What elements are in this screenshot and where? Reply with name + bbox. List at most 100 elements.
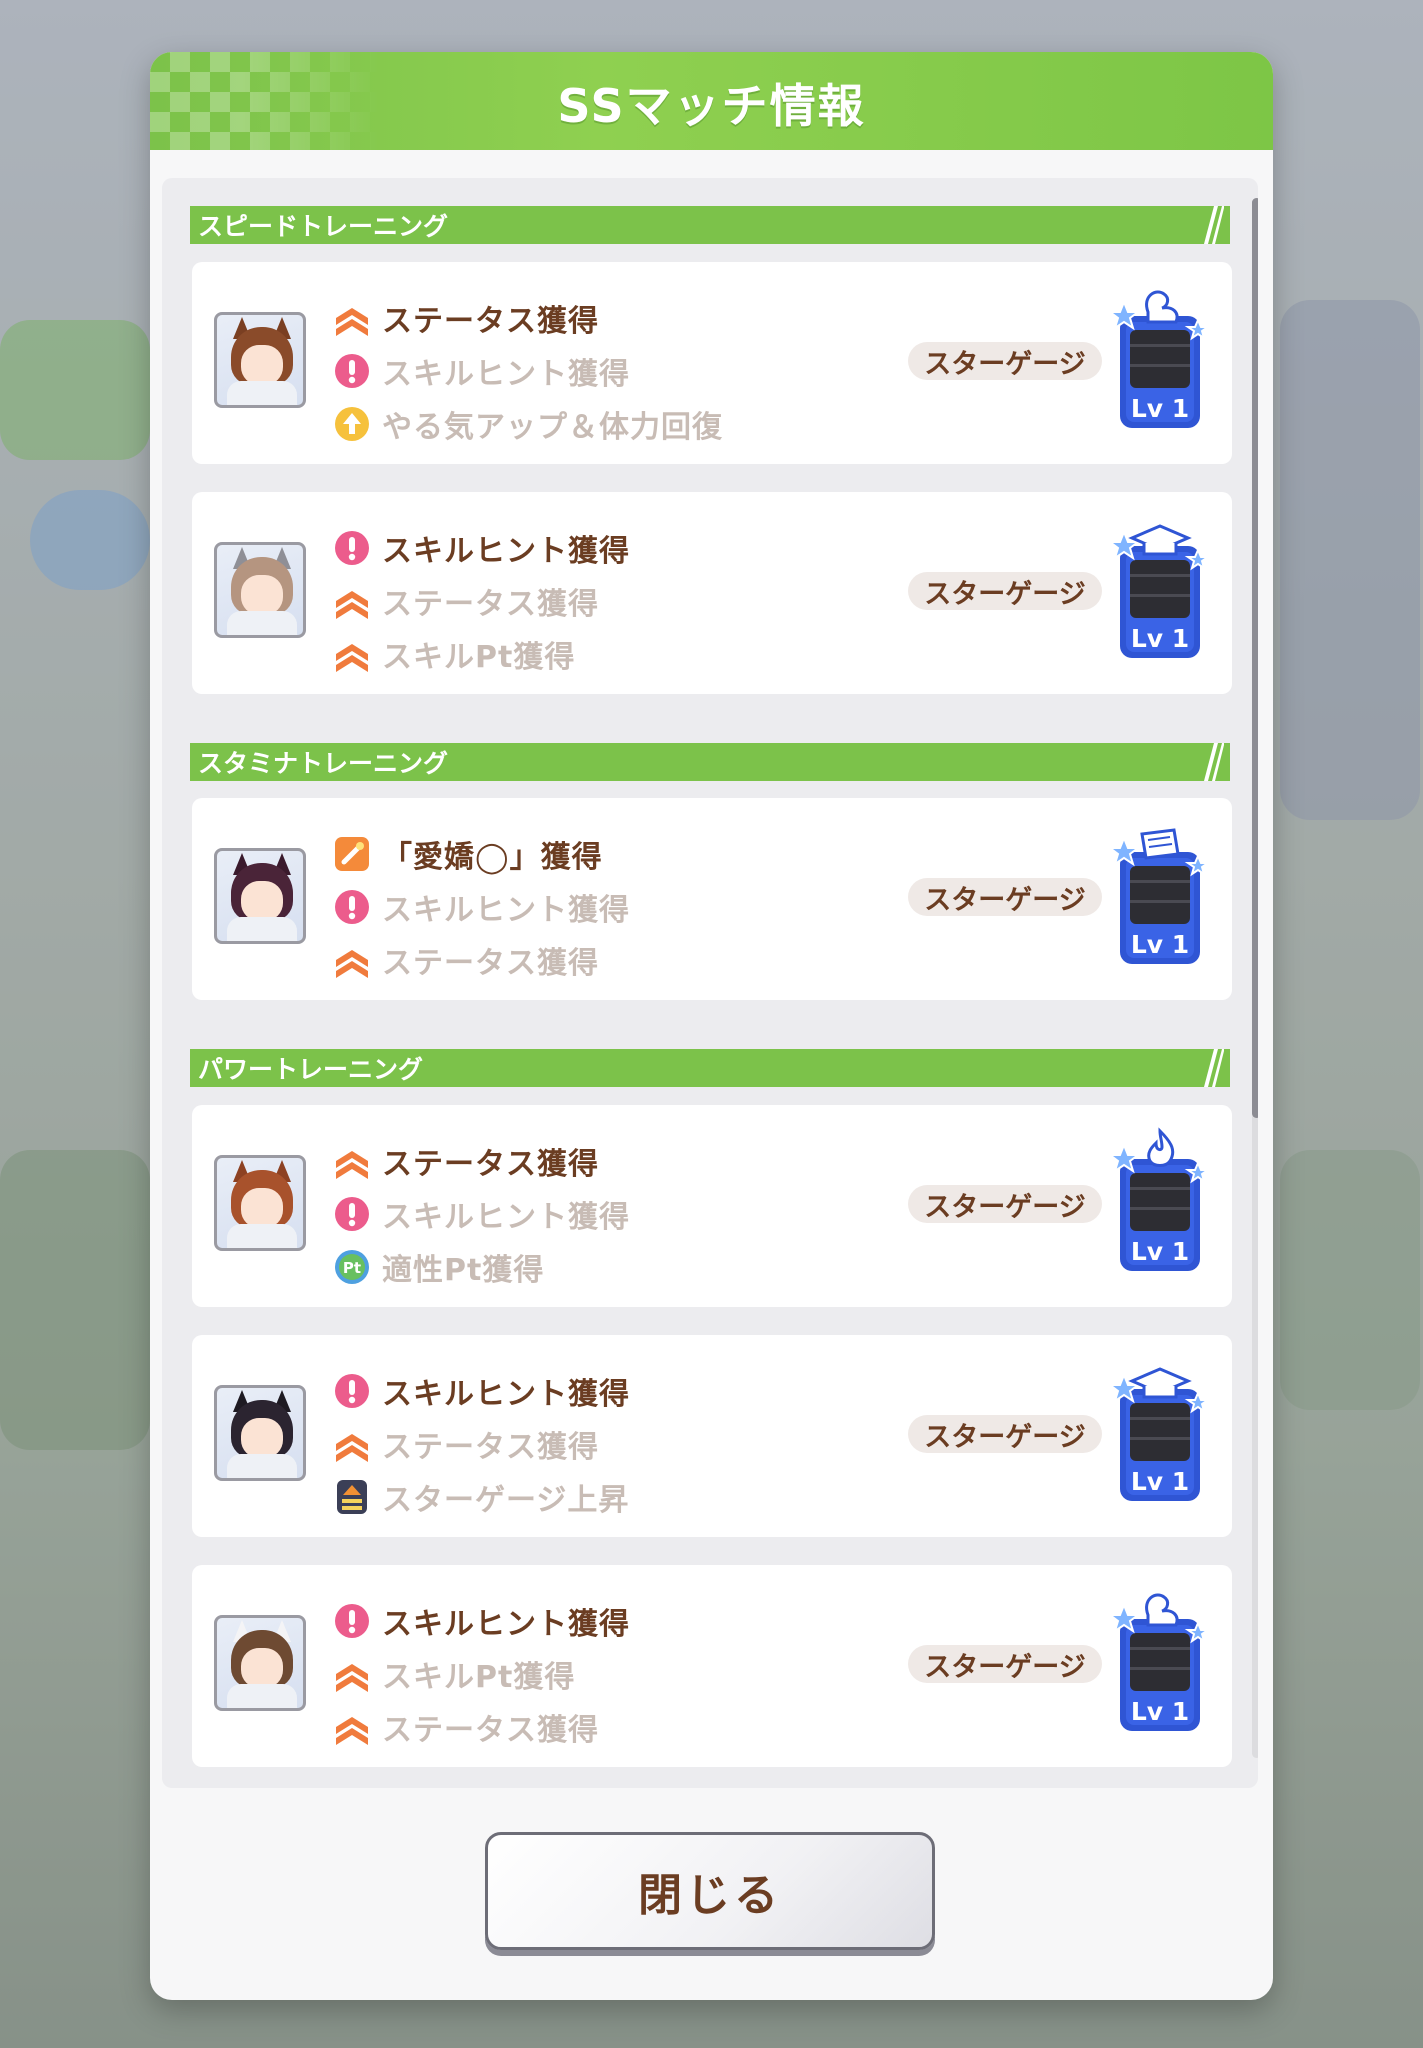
- effect-label: やる気アップ＆体力回復: [382, 410, 723, 445]
- effect-label: スキルヒント獲得: [382, 1377, 630, 1412]
- support-level-badge: Lv 1: [1107, 282, 1212, 432]
- effect-label: スキルヒント獲得: [382, 893, 630, 928]
- muscle-arm-icon: [1112, 282, 1208, 332]
- section-title: スピードトレーニング: [198, 212, 449, 241]
- star-gauge-up-icon: [332, 1477, 372, 1517]
- effect-label: 「愛嬌◯」獲得: [382, 840, 603, 875]
- star-gauge-label: スターゲージ: [908, 572, 1102, 610]
- skill-hint-icon: [332, 1371, 372, 1411]
- condition-icon: [332, 834, 372, 874]
- effect-row: スキルヒント獲得: [332, 1192, 630, 1236]
- dialog-header: SSマッチ情報: [150, 52, 1273, 150]
- scrollbar-thumb[interactable]: [1252, 198, 1258, 1118]
- effect-label: ステータス獲得: [382, 1430, 599, 1465]
- character-avatar[interactable]: [214, 1385, 306, 1481]
- effect-label: スキルヒント獲得: [382, 1607, 630, 1642]
- effect-label: ステータス獲得: [382, 1147, 599, 1182]
- section-header-slash: [1198, 1049, 1224, 1087]
- star-gauge-label: スターゲージ: [908, 1185, 1102, 1223]
- effect-row: スキルヒント獲得: [332, 885, 630, 929]
- ss-match-info-dialog: SSマッチ情報 スピードトレーニング ステータス獲得 スキルヒント獲得 やる気アップ＆…: [150, 52, 1273, 2000]
- effect-row: Pt 適性Pt獲得: [332, 1245, 544, 1289]
- svg-text:Pt: Pt: [343, 1259, 361, 1277]
- effect-row: ステータス獲得: [332, 1705, 599, 1749]
- effect-label: ステータス獲得: [382, 946, 599, 981]
- status-up-icon: [332, 581, 372, 621]
- level-label: Lv 1: [1130, 394, 1190, 423]
- aptitude-pt-icon: Pt: [332, 1247, 372, 1287]
- section-header-slash: [1198, 206, 1224, 244]
- book-icon: [1112, 818, 1208, 868]
- dialog-title: SSマッチ情報: [557, 79, 866, 133]
- status-up-icon: [332, 634, 372, 674]
- effect-label: スキルPt獲得: [382, 1660, 576, 1695]
- skill-hint-icon: [332, 1194, 372, 1234]
- status-up-icon: [332, 298, 372, 338]
- support-level-badge: Lv 1: [1107, 1125, 1212, 1275]
- level-label: Lv 1: [1130, 1467, 1190, 1496]
- level-label: Lv 1: [1130, 1237, 1190, 1266]
- section-header: スピードトレーニング: [190, 206, 1230, 244]
- support-card[interactable]: スキルヒント獲得 ステータス獲得 スターゲージ上昇 スターゲージ Lv 1: [192, 1335, 1232, 1537]
- scrollbar[interactable]: [1252, 198, 1258, 1758]
- support-card[interactable]: ステータス獲得 スキルヒント獲得 Pt 適性Pt獲得 スターゲージ Lv 1: [192, 1105, 1232, 1307]
- effect-row: スキルヒント獲得: [332, 1599, 630, 1643]
- section-header: スタミナトレーニング: [190, 743, 1230, 781]
- star-gauge-label: スターゲージ: [908, 342, 1102, 380]
- support-level-badge: Lv 1: [1107, 1355, 1212, 1505]
- status-up-icon: [332, 1141, 372, 1181]
- effect-row: スキルヒント獲得: [332, 526, 630, 570]
- character-avatar[interactable]: [214, 1155, 306, 1251]
- status-up-icon: [332, 1654, 372, 1694]
- level-label: Lv 1: [1130, 1697, 1190, 1726]
- muscle-arm-icon: [1112, 1585, 1208, 1635]
- skill-hint-icon: [332, 1601, 372, 1641]
- level-label: Lv 1: [1130, 930, 1190, 959]
- effect-row: スターゲージ上昇: [332, 1475, 629, 1519]
- effect-label: スキルヒント獲得: [382, 1200, 630, 1235]
- support-card[interactable]: スキルヒント獲得ステータス獲得スキルPt獲得 スターゲージ Lv 1: [192, 492, 1232, 694]
- effect-label: ステータス獲得: [382, 1713, 599, 1748]
- skill-hint-icon: [332, 528, 372, 568]
- status-up-icon: [332, 940, 372, 980]
- support-card[interactable]: スキルヒント獲得 スキルPt獲得 ステータス獲得 スターゲージ Lv 1: [192, 1565, 1232, 1767]
- section-header-slash: [1198, 743, 1224, 781]
- effect-label: スキルPt獲得: [382, 640, 576, 675]
- effect-row: スキルPt獲得: [332, 632, 575, 676]
- flame-icon: [1112, 1125, 1208, 1175]
- character-avatar[interactable]: [214, 1615, 306, 1711]
- effect-label: スターゲージ上昇: [382, 1483, 630, 1518]
- effect-label: 適性Pt獲得: [382, 1253, 545, 1288]
- effect-row: ステータス獲得: [332, 579, 599, 623]
- support-level-badge: Lv 1: [1107, 818, 1212, 968]
- character-avatar[interactable]: [214, 312, 306, 408]
- effect-label: スキルヒント獲得: [382, 534, 630, 569]
- effect-label: スキルヒント獲得: [382, 357, 630, 392]
- star-gauge-label: スターゲージ: [908, 1415, 1102, 1453]
- section-title: スタミナトレーニング: [198, 749, 449, 778]
- star-gauge-label: スターゲージ: [908, 878, 1102, 916]
- support-card[interactable]: 「愛嬌◯」獲得 スキルヒント獲得 ステータス獲得 スターゲージ Lv 1: [192, 798, 1232, 1000]
- skill-hint-icon: [332, 887, 372, 927]
- effect-row: スキルヒント獲得: [332, 1369, 630, 1413]
- character-avatar[interactable]: [214, 542, 306, 638]
- effect-row: ステータス獲得: [332, 296, 599, 340]
- effect-row: ステータス獲得: [332, 1139, 599, 1183]
- effect-row: 「愛嬌◯」獲得: [332, 832, 603, 876]
- status-up-icon: [332, 1707, 372, 1747]
- level-label: Lv 1: [1130, 624, 1190, 653]
- motivation-up-icon: [332, 404, 372, 444]
- effect-row: スキルヒント獲得: [332, 349, 630, 393]
- close-button[interactable]: 閉じる: [485, 1832, 935, 1950]
- effect-row: ステータス獲得: [332, 938, 599, 982]
- star-gauge-label: スターゲージ: [908, 1645, 1102, 1683]
- graduation-cap-icon: [1112, 1355, 1208, 1405]
- section-title: パワートレーニング: [198, 1055, 424, 1084]
- effect-row: やる気アップ＆体力回復: [332, 402, 723, 446]
- graduation-cap-icon: [1112, 512, 1208, 562]
- training-list[interactable]: スピードトレーニング ステータス獲得 スキルヒント獲得 やる気アップ＆体力回復 スターゲ…: [162, 178, 1258, 1788]
- effect-label: ステータス獲得: [382, 304, 599, 339]
- support-card[interactable]: ステータス獲得 スキルヒント獲得やる気アップ＆体力回復 スターゲージ Lv 1: [192, 262, 1232, 464]
- character-avatar[interactable]: [214, 848, 306, 944]
- effect-row: ステータス獲得: [332, 1422, 599, 1466]
